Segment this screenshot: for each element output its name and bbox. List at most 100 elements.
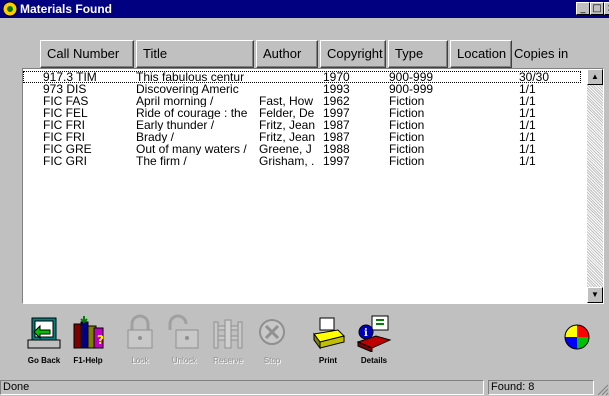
table-row[interactable]: FIC GRI The firm / Grisham, . 1997 Fiction 1/… [23, 155, 581, 167]
cell-call: 917.3 TIM [43, 71, 97, 83]
go-back-icon [27, 317, 61, 349]
column-header-title[interactable]: Title [136, 40, 254, 68]
cell-title: Early thunder / [136, 119, 215, 131]
cell-copies: 1/1 [519, 95, 536, 107]
cell-call: 973 DIS [43, 83, 87, 95]
resize-grip-icon[interactable] [597, 384, 609, 396]
table-row[interactable]: FIC FRI Brady / Fritz, Jean 1987 Fiction 1/1 [23, 131, 581, 143]
found-count: Found: 8 [488, 380, 594, 395]
unlock-button[interactable]: Unlock [162, 312, 206, 372]
column-header-copyright[interactable]: Copyright [320, 40, 386, 68]
cell-year: 1997 [323, 107, 350, 119]
cell-type: Fiction [389, 107, 425, 119]
cell-type: 900-999 [389, 83, 434, 95]
details-info-icon: i [356, 315, 392, 352]
cell-author: Grisham, . [259, 155, 315, 167]
column-header-author[interactable]: Author [256, 40, 318, 68]
cell-year: 1988 [323, 143, 350, 155]
reserve-label: Reserve [213, 356, 243, 365]
cell-year: 1987 [323, 131, 350, 143]
cell-author: Fast, How [259, 95, 314, 107]
column-header-copies-in: Copies in [514, 46, 569, 61]
cell-copies: 1/1 [519, 131, 536, 143]
cell-type: Fiction [389, 155, 425, 167]
results-rows: 917.3 TIM This fabulous centur 1970 900-999… [23, 71, 581, 167]
cell-year: 1987 [323, 119, 350, 131]
stop-label: Stop [263, 356, 281, 365]
cell-call: FIC GRI [43, 155, 87, 167]
look-padlock-icon [127, 314, 153, 349]
toolbar: Go Back ? F1-Help Look Unlock Reserve St… [22, 312, 604, 372]
status-bar: Done Found: 8 [0, 378, 609, 396]
cell-copies: 30/30 [519, 71, 550, 83]
cell-type: Fiction [389, 95, 425, 107]
cell-title: Ride of courage : the [136, 107, 248, 119]
help-label: F1-Help [73, 356, 103, 365]
unlock-padlock-icon [168, 314, 199, 349]
cell-title: April morning / [136, 95, 214, 107]
cell-year: 1993 [323, 83, 350, 95]
look-button[interactable]: Look [118, 312, 162, 372]
column-header-location[interactable]: Location [450, 40, 512, 68]
table-row[interactable]: FIC FRI Early thunder / Fritz, Jean 1987 Fic… [23, 119, 581, 131]
help-button[interactable]: ? F1-Help [66, 312, 110, 372]
cell-title: Brady / [136, 131, 175, 143]
details-label: Details [360, 356, 388, 365]
cell-call: FIC FAS [43, 95, 89, 107]
print-label: Print [318, 356, 338, 365]
cell-title: This fabulous centur [136, 71, 245, 83]
close-button[interactable]: × [604, 2, 609, 15]
table-row[interactable]: 917.3 TIM This fabulous centur 1970 900-999… [23, 71, 581, 83]
table-row[interactable]: FIC FEL Ride of courage : the Felder, De 19… [23, 107, 581, 119]
app-icon[interactable] [2, 1, 18, 17]
printer-icon [313, 317, 345, 350]
go-back-button[interactable]: Go Back [22, 312, 66, 372]
cell-type: Fiction [389, 131, 425, 143]
unlock-label: Unlock [171, 356, 197, 365]
stop-icon [259, 319, 285, 345]
minimize-button[interactable]: _ [576, 2, 590, 15]
column-header-call-number[interactable]: Call Number [40, 40, 134, 68]
column-header-type[interactable]: Type [388, 40, 448, 68]
cell-copies: 1/1 [519, 155, 536, 167]
print-button[interactable]: Print [306, 312, 350, 372]
table-row[interactable]: FIC GRE Out of many waters / Greene, J 1988… [23, 143, 581, 155]
cell-author: Fritz, Jean [259, 131, 316, 143]
scroll-down-button[interactable]: ▼ [587, 287, 603, 303]
cell-call: FIC FRI [43, 119, 85, 131]
svg-text:i: i [364, 328, 368, 339]
cell-copies: 1/1 [519, 119, 536, 131]
cell-author: Felder, De [259, 107, 315, 119]
table-row[interactable]: 973 DIS Discovering Americ 1993 900-999 1/1 [23, 83, 581, 95]
cell-title: Out of many waters / [136, 143, 247, 155]
svg-text:?: ? [97, 333, 104, 347]
reserve-button[interactable]: Reserve [206, 312, 250, 372]
title-bar: Materials Found _ □ × [0, 0, 609, 18]
cell-call: FIC GRE [43, 143, 92, 155]
scroll-up-button[interactable]: ▲ [587, 69, 603, 85]
results-list[interactable]: 917.3 TIM This fabulous centur 1970 900-999… [22, 68, 604, 304]
window-title: Materials Found [20, 2, 113, 16]
stop-button[interactable]: Stop [250, 312, 294, 372]
cell-copies: 1/1 [519, 143, 536, 155]
cell-year: 1970 [323, 71, 350, 83]
cell-type: Fiction [389, 143, 425, 155]
cell-type: Fiction [389, 119, 425, 131]
maximize-button[interactable]: □ [590, 2, 604, 15]
cell-copies: 1/1 [519, 107, 536, 119]
go-back-label: Go Back [27, 356, 61, 365]
cell-copies: 1/1 [519, 83, 536, 95]
cell-title: The firm / [136, 155, 187, 167]
color-wheel-icon[interactable] [564, 324, 590, 350]
look-label: Look [131, 356, 149, 365]
vertical-scrollbar[interactable]: ▲ ▼ [587, 69, 603, 303]
status-message: Done [0, 380, 484, 395]
cell-call: FIC FEL [43, 107, 88, 119]
cell-call: FIC FRI [43, 131, 85, 143]
table-row[interactable]: FIC FAS April morning / Fast, How 1962 Ficti… [23, 95, 581, 107]
cell-author: Fritz, Jean [259, 119, 316, 131]
cell-year: 1962 [323, 95, 350, 107]
details-button[interactable]: i Details [352, 312, 396, 372]
reserve-gate-icon [213, 319, 243, 349]
cell-year: 1997 [323, 155, 350, 167]
